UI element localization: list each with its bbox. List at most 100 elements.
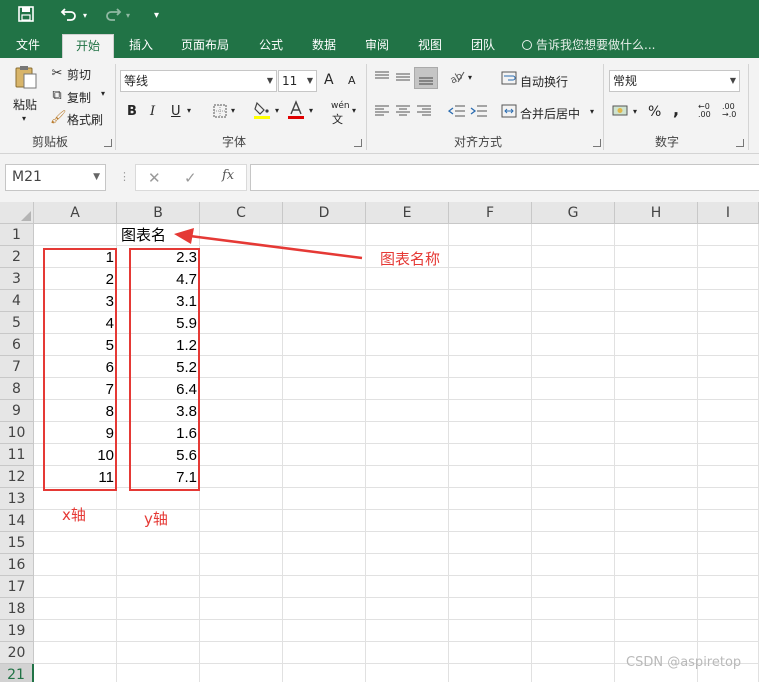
tab-file[interactable]: 文件 bbox=[6, 32, 50, 58]
accounting-dropdown-icon[interactable]: ▾ bbox=[633, 107, 637, 116]
row-header-21[interactable]: 21 bbox=[0, 664, 34, 682]
column-header-g[interactable]: G bbox=[532, 202, 615, 224]
accounting-format-icon[interactable] bbox=[612, 103, 630, 124]
align-center-icon[interactable] bbox=[395, 104, 411, 123]
column-header-e[interactable]: E bbox=[366, 202, 449, 224]
cut-button[interactable]: 剪切 bbox=[67, 66, 91, 83]
name-box[interactable]: M21 ▼ bbox=[5, 164, 106, 191]
align-right-icon[interactable] bbox=[416, 104, 432, 123]
orientation-icon[interactable]: ab bbox=[448, 68, 466, 89]
tab-review[interactable]: 审阅 bbox=[356, 32, 398, 58]
fill-color-icon[interactable] bbox=[253, 100, 271, 125]
tab-view[interactable]: 视图 bbox=[408, 32, 452, 58]
row-header-18[interactable]: 18 bbox=[0, 598, 34, 620]
merge-center-button[interactable]: 合并后居中 bbox=[520, 105, 580, 122]
paste-icon[interactable] bbox=[13, 64, 39, 90]
tab-home[interactable]: 开始 bbox=[62, 34, 114, 58]
row-header-16[interactable]: 16 bbox=[0, 554, 34, 576]
border-icon[interactable] bbox=[212, 104, 228, 123]
cancel-icon[interactable]: ✕ bbox=[148, 169, 161, 187]
clipboard-launcher-icon[interactable] bbox=[104, 139, 112, 147]
column-header-f[interactable]: F bbox=[449, 202, 532, 224]
tab-team[interactable]: 团队 bbox=[462, 32, 504, 58]
decrease-indent-icon[interactable] bbox=[447, 104, 466, 123]
font-color-dropdown-icon[interactable]: ▾ bbox=[309, 106, 313, 115]
redo-dropdown-icon[interactable]: ▾ bbox=[126, 6, 130, 26]
row-header-8[interactable]: 8 bbox=[0, 378, 34, 400]
align-middle-icon[interactable] bbox=[395, 70, 411, 89]
bold-button[interactable]: B bbox=[127, 104, 137, 119]
align-left-icon[interactable] bbox=[374, 104, 390, 123]
select-all-button[interactable] bbox=[0, 202, 34, 224]
number-launcher-icon[interactable] bbox=[736, 139, 744, 147]
column-header-c[interactable]: C bbox=[200, 202, 283, 224]
column-header-b[interactable]: B bbox=[117, 202, 200, 224]
row-header-12[interactable]: 12 bbox=[0, 466, 34, 488]
tab-formulas[interactable]: 公式 bbox=[250, 32, 292, 58]
italic-button[interactable]: I bbox=[150, 104, 155, 119]
formula-input[interactable] bbox=[250, 164, 759, 191]
merge-dropdown-icon[interactable]: ▾ bbox=[590, 107, 594, 116]
insert-function-button[interactable]: fx bbox=[222, 168, 234, 183]
row-header-5[interactable]: 5 bbox=[0, 312, 34, 334]
grow-font-button[interactable]: A bbox=[324, 72, 334, 88]
row-header-15[interactable]: 15 bbox=[0, 532, 34, 554]
undo-dropdown-icon[interactable]: ▾ bbox=[83, 6, 87, 26]
font-name-select[interactable]: 等线 ▼ bbox=[120, 70, 277, 92]
column-header-a[interactable]: A bbox=[34, 202, 117, 224]
increase-decimal-button[interactable]: ←0.00 bbox=[698, 103, 711, 119]
phonetic-dropdown-icon[interactable]: ▾ bbox=[352, 106, 356, 115]
row-header-2[interactable]: 2 bbox=[0, 246, 34, 268]
undo-icon[interactable] bbox=[60, 6, 78, 26]
underline-button[interactable]: U bbox=[171, 104, 181, 119]
save-icon[interactable] bbox=[18, 6, 34, 26]
cell-b1[interactable]: 图表名 bbox=[121, 226, 166, 246]
align-bottom-icon[interactable] bbox=[414, 67, 438, 89]
row-header-11[interactable]: 11 bbox=[0, 444, 34, 466]
orientation-dropdown-icon[interactable]: ▾ bbox=[468, 73, 472, 82]
wrap-text-button[interactable]: 自动换行 bbox=[520, 73, 568, 90]
increase-indent-icon[interactable] bbox=[470, 104, 488, 123]
column-header-d[interactable]: D bbox=[283, 202, 366, 224]
row-header-19[interactable]: 19 bbox=[0, 620, 34, 642]
alignment-launcher-icon[interactable] bbox=[593, 139, 601, 147]
number-format-select[interactable]: 常规 ▼ bbox=[609, 70, 740, 92]
row-header-4[interactable]: 4 bbox=[0, 290, 34, 312]
shrink-font-button[interactable]: A bbox=[348, 74, 356, 87]
column-header-i[interactable]: I bbox=[698, 202, 759, 224]
row-header-20[interactable]: 20 bbox=[0, 642, 34, 664]
row-header-17[interactable]: 17 bbox=[0, 576, 34, 598]
paste-button[interactable]: 粘贴 bbox=[13, 96, 37, 113]
copy-dropdown-icon[interactable]: ▾ bbox=[101, 89, 105, 98]
decrease-decimal-button[interactable]: .00 →.0 bbox=[722, 103, 736, 119]
format-painter-button[interactable]: 格式刷 bbox=[67, 111, 103, 128]
enter-icon[interactable]: ✓ bbox=[184, 169, 197, 187]
tell-me-box[interactable]: 告诉我您想要做什么... bbox=[522, 32, 655, 58]
tab-insert[interactable]: 插入 bbox=[120, 32, 162, 58]
spreadsheet-grid[interactable]: A B C D E F G H I 1 2 3 4 5 6 7 8 9 10 11 12 13 14 15 16 17 18 19 20… bbox=[0, 202, 759, 682]
row-header-9[interactable]: 9 bbox=[0, 400, 34, 422]
phonetic-button[interactable]: wén bbox=[331, 102, 350, 111]
font-color-icon[interactable] bbox=[287, 100, 305, 125]
tab-data[interactable]: 数据 bbox=[302, 32, 346, 58]
underline-dropdown-icon[interactable]: ▾ bbox=[187, 106, 191, 115]
row-header-13[interactable]: 13 bbox=[0, 488, 34, 510]
row-header-3[interactable]: 3 bbox=[0, 268, 34, 290]
row-header-14[interactable]: 14 bbox=[0, 510, 34, 532]
copy-button[interactable]: 复制 bbox=[67, 89, 91, 106]
percent-button[interactable]: % bbox=[648, 104, 661, 120]
row-header-10[interactable]: 10 bbox=[0, 422, 34, 444]
fill-color-dropdown-icon[interactable]: ▾ bbox=[275, 106, 279, 115]
comma-button[interactable]: , bbox=[673, 100, 679, 119]
tab-page-layout[interactable]: 页面布局 bbox=[172, 32, 238, 58]
font-launcher-icon[interactable] bbox=[354, 139, 362, 147]
row-header-6[interactable]: 6 bbox=[0, 334, 34, 356]
row-header-7[interactable]: 7 bbox=[0, 356, 34, 378]
paste-dropdown-icon[interactable]: ▾ bbox=[22, 114, 26, 123]
row-header-1[interactable]: 1 bbox=[0, 224, 34, 246]
border-dropdown-icon[interactable]: ▾ bbox=[231, 106, 235, 115]
customize-quick-access-icon[interactable]: ▾ bbox=[154, 6, 159, 26]
font-size-select[interactable]: 11 ▼ bbox=[278, 70, 317, 92]
column-header-h[interactable]: H bbox=[615, 202, 698, 224]
align-top-icon[interactable] bbox=[374, 70, 390, 89]
